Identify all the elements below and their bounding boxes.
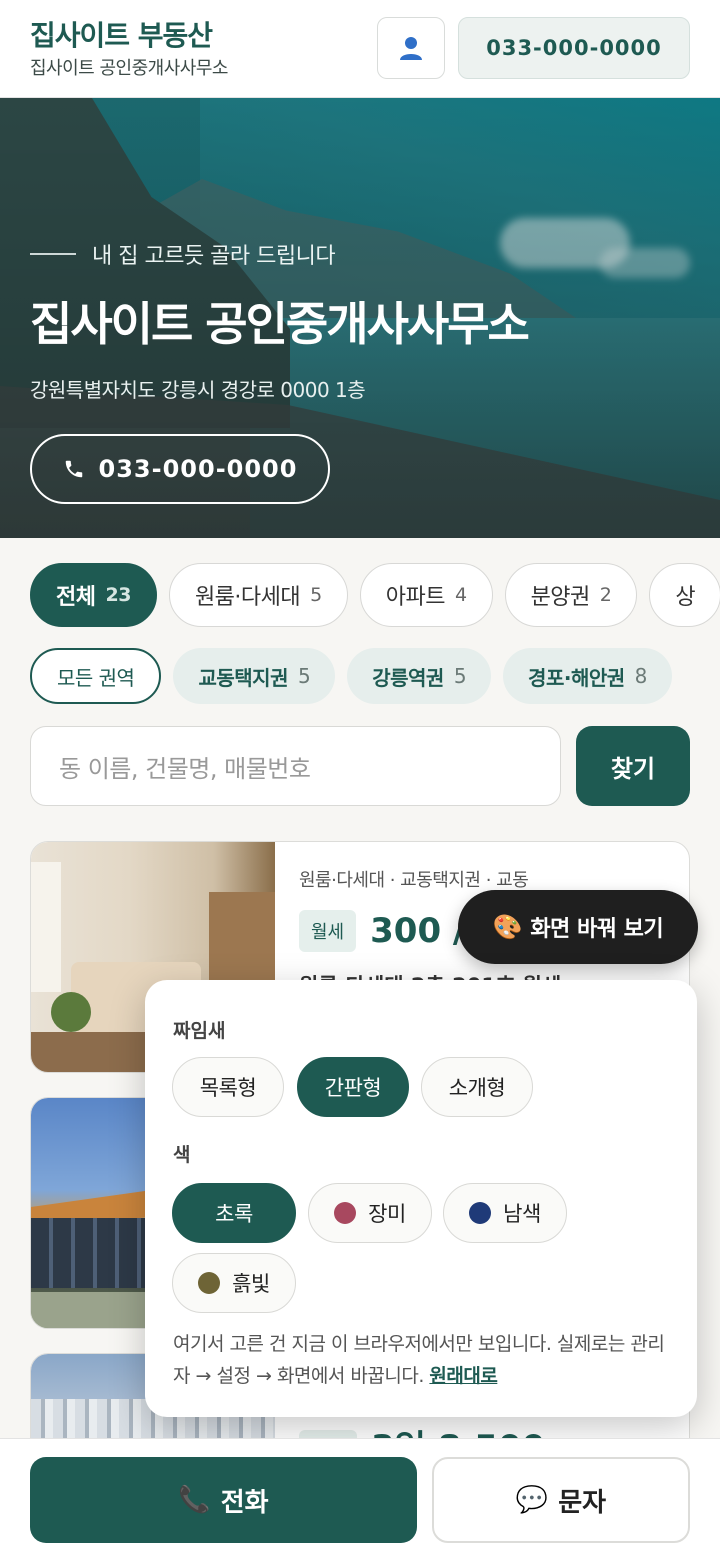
theme-panel: 짜임새 목록형 간판형 소개형 색 초록 장미 남색 흙빛 여기서 고른 건 지…	[145, 980, 697, 1417]
palette-icon: 🎨	[492, 913, 523, 941]
color-option-earth[interactable]: 흙빛	[172, 1253, 296, 1313]
chip-count: 2	[599, 584, 612, 606]
chip-label: 경포·해안권	[528, 665, 625, 690]
chip-label: 원룸·다세대	[194, 585, 301, 610]
hero-banner: 내 집 고르듯 골라 드립니다 집사이트 공인중개사사무소 강원특별자치도 강릉…	[0, 98, 720, 538]
category-chip-all[interactable]: 전체 23	[30, 563, 157, 627]
user-icon	[400, 37, 422, 60]
area-chip-station[interactable]: 강릉역권 5	[347, 648, 492, 704]
chip-count: 4	[454, 584, 467, 606]
area-chip-all[interactable]: 모든 권역	[30, 648, 162, 704]
call-label: 전화	[220, 1487, 269, 1518]
color-option-label: 흙빛	[232, 1272, 270, 1296]
color-option-label: 장미	[368, 1202, 406, 1226]
chip-count: 5	[453, 664, 467, 688]
user-button[interactable]	[377, 17, 445, 79]
area-chip-coast[interactable]: 경포·해안권 8	[503, 648, 672, 704]
chip-label: 교동택지권	[198, 665, 288, 690]
chip-label: 분양권	[530, 585, 591, 610]
header-phone-button[interactable]: 033-000-0000	[458, 17, 690, 79]
hero-kicker: 내 집 고르듯 골라 드립니다	[30, 238, 336, 270]
color-option-green[interactable]: 초록	[172, 1183, 296, 1243]
chip-count: 5	[297, 664, 311, 688]
listing-meta: 원룸·다세대 · 교동택지권 · 교동	[299, 870, 529, 891]
color-swatch	[469, 1202, 492, 1224]
theme-note-text: 여기서 고른 건 지금 이 브라우저에서만 보입니다. 실제로는 관리자 → 설…	[173, 1333, 665, 1387]
chip-label: 상	[675, 585, 696, 610]
color-option-label: 초록	[215, 1202, 253, 1226]
hero-call-label: 033-000-0000	[98, 455, 298, 483]
chip-count: 8	[634, 664, 648, 688]
color-option-label: 남색	[503, 1202, 541, 1226]
call-button[interactable]: 📞 전화	[30, 1457, 417, 1543]
area-chip-gyodong[interactable]: 교동택지권 5	[173, 648, 336, 704]
chip-label: 모든 권역	[57, 665, 135, 690]
deal-type-badge: 월세	[299, 910, 357, 952]
reset-link[interactable]: 원래대로	[429, 1365, 497, 1387]
sms-label: 문자	[558, 1487, 607, 1518]
chip-count: 5	[310, 584, 322, 606]
theme-switch-label: 화면 바꿔 보기	[530, 917, 664, 942]
sms-button[interactable]: 💬 문자	[432, 1457, 690, 1543]
search-input[interactable]: 동 이름, 건물명, 매물번호	[30, 726, 561, 806]
layout-option-list[interactable]: 목록형	[172, 1057, 284, 1117]
brand-title[interactable]: 집사이트 부동산	[30, 14, 213, 54]
area-filter-bar: 모든 권역 교동택지권 5 강릉역권 5 경포·해안권 8	[30, 648, 684, 704]
layout-option-intro[interactable]: 소개형	[421, 1057, 533, 1117]
speech-bubble-icon: 💬	[515, 1485, 549, 1515]
telephone-icon: 📞	[178, 1485, 211, 1515]
theme-switch-button[interactable]: 🎨 화면 바꿔 보기	[458, 890, 698, 964]
search-button[interactable]: 찾기	[576, 726, 690, 806]
layout-option-billboard[interactable]: 간판형	[297, 1057, 409, 1117]
color-swatch	[198, 1272, 221, 1294]
color-option-navy[interactable]: 남색	[443, 1183, 567, 1243]
hero-call-button[interactable]: 033-000-0000	[30, 434, 330, 504]
hero-address: 강원특별자치도 강릉시 경강로 0000 1층	[30, 378, 366, 402]
category-filter-bar: 전체 23 원룸·다세대 5 아파트 4 분양권 2 상	[0, 563, 720, 627]
kicker-line	[30, 253, 76, 255]
hero-title: 집사이트 공인중개사사무소	[30, 297, 530, 351]
category-chip-more[interactable]: 상	[649, 563, 720, 627]
color-swatch	[334, 1202, 357, 1224]
category-chip-apartment[interactable]: 아파트 4	[359, 563, 493, 627]
bottom-action-bar: 📞 전화 💬 문자	[0, 1438, 720, 1558]
category-chip-presale[interactable]: 분양권 2	[504, 563, 638, 627]
brand-subtitle: 집사이트 공인중개사사무소	[30, 58, 228, 79]
listing-price: 300 /	[370, 911, 466, 951]
color-option-rose[interactable]: 장미	[308, 1183, 432, 1243]
theme-note: 여기서 고른 건 지금 이 브라우저에서만 보입니다. 실제로는 관리자 → 설…	[173, 1328, 673, 1392]
color-section-label: 색	[173, 1144, 191, 1166]
hero-kicker-text: 내 집 고르듯 골라 드립니다	[92, 244, 336, 269]
chip-label: 강릉역권	[372, 665, 444, 690]
layout-section-label: 짜임새	[173, 1020, 226, 1042]
chip-count: 23	[105, 584, 131, 606]
category-chip-oneroom[interactable]: 원룸·다세대 5	[168, 563, 348, 627]
chip-label: 아파트	[385, 585, 446, 610]
header: 집사이트 부동산 집사이트 공인중개사사무소 033-000-0000	[0, 0, 720, 98]
chip-label: 전체	[56, 585, 96, 610]
phone-icon	[63, 458, 85, 480]
